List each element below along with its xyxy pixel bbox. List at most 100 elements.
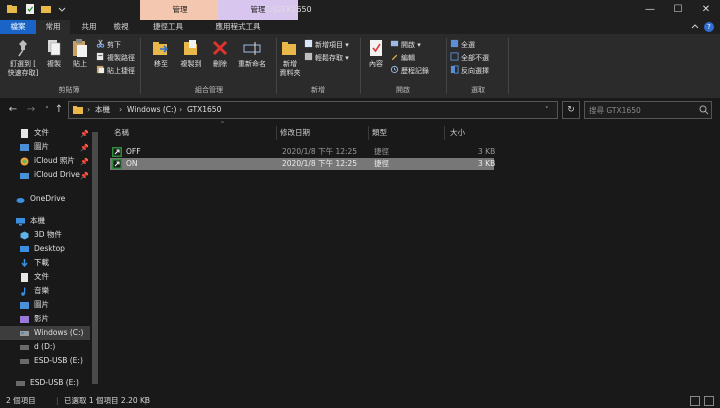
- sidebar-item-documents[interactable]: 文件: [0, 270, 90, 284]
- chevron-down-icon[interactable]: [56, 3, 68, 15]
- paste-shortcut-button[interactable]: 貼上捷徑: [96, 65, 135, 76]
- icloud-drive-icon: [20, 173, 29, 179]
- open-button[interactable]: 開啟 ▾: [390, 39, 421, 50]
- close-button[interactable]: ✕: [692, 0, 720, 20]
- up-arrow-icon[interactable]: ↑: [52, 103, 66, 117]
- properties-icon: [370, 40, 382, 56]
- sidebar-item-esd-usb[interactable]: ESD-USB (E:): [0, 354, 90, 368]
- select-all-button[interactable]: 全選: [450, 39, 475, 50]
- column-header-size[interactable]: 大小: [450, 126, 465, 140]
- new-folder-quick-icon[interactable]: [40, 3, 52, 15]
- sidebar-item-label: 圖片: [34, 142, 49, 151]
- sidebar-item-windows-c[interactable]: Windows (C:): [0, 326, 90, 340]
- refresh-button[interactable]: ↻: [562, 101, 580, 119]
- tab-shortcut-tools[interactable]: 捷徑工具: [140, 20, 196, 34]
- minimize-button[interactable]: —: [636, 0, 664, 20]
- new-group: 新增 資料夾 新增項目 ▾ 輕鬆存取 ▾ 新增: [278, 34, 358, 98]
- sidebar-scroll-thumb[interactable]: [92, 132, 98, 384]
- cut-button[interactable]: 剪下: [96, 39, 121, 50]
- sidebar-scrollbar[interactable]: [90, 122, 100, 394]
- sidebar-item-videos[interactable]: 影片: [0, 312, 90, 326]
- history-button[interactable]: 歷程記錄: [390, 65, 429, 76]
- ribbon-divider: [446, 38, 447, 94]
- sidebar-item-label: 下載: [34, 258, 49, 267]
- collapse-ribbon-icon[interactable]: [690, 22, 700, 32]
- forward-arrow-icon[interactable]: →: [24, 103, 38, 117]
- table-row-on[interactable]: ON 2020/1/8 下午 12:25 捷徑 3 KB: [110, 158, 495, 170]
- column-header-name[interactable]: 名稱: [114, 126, 129, 140]
- tab-app-tools[interactable]: 應用程式工具: [198, 20, 278, 34]
- select-none-button[interactable]: 全部不選: [450, 52, 489, 63]
- delete-button[interactable]: 刪除: [208, 38, 232, 69]
- navigation-pane: 文件 📌 圖片 📌 iCloud 照片 📌 iCloud Drive 📌 One…: [0, 122, 100, 394]
- sidebar-item-3d-objects[interactable]: 3D 物件: [0, 228, 90, 242]
- new-group-label: 新增: [311, 86, 325, 94]
- download-arrow-icon: [21, 259, 28, 268]
- invert-selection-button[interactable]: 反向選擇: [450, 65, 489, 76]
- breadcrumb-gtx1650[interactable]: GTX1650: [187, 102, 221, 118]
- copy-folder-icon: [184, 40, 197, 55]
- column-divider[interactable]: [368, 126, 369, 140]
- edit-button[interactable]: 編輯: [390, 52, 415, 63]
- cut-label: 剪下: [107, 41, 121, 49]
- sidebar-item-esd-usb-root[interactable]: ESD-USB (E:): [0, 376, 90, 390]
- breadcrumb-windows-c[interactable]: Windows (C:): [127, 102, 176, 118]
- sidebar-item-label: d (D:): [34, 342, 56, 351]
- breadcrumb-separator: ›: [179, 105, 183, 114]
- large-icons-view-icon[interactable]: [704, 396, 714, 406]
- copy-to-button[interactable]: 複製到: [176, 38, 206, 69]
- sidebar-item-icloud-photos[interactable]: iCloud 照片 📌: [0, 154, 90, 168]
- tab-file[interactable]: 檔案: [0, 20, 36, 34]
- address-bar[interactable]: › 本機 › Windows (C:) › GTX1650 ˅: [68, 101, 558, 119]
- document-icon: [21, 129, 28, 138]
- column-header-type[interactable]: 類型: [372, 126, 387, 140]
- sidebar-item-pictures[interactable]: 圖片: [0, 298, 90, 312]
- easy-access-button[interactable]: 輕鬆存取 ▾: [304, 52, 349, 63]
- paste-button[interactable]: 貼上: [68, 38, 92, 69]
- help-icon[interactable]: ?: [704, 22, 714, 32]
- back-arrow-icon[interactable]: ←: [6, 103, 20, 117]
- properties-button[interactable]: 內容: [364, 38, 388, 69]
- rename-button[interactable]: 重新命名: [234, 38, 270, 69]
- address-dropdown-icon[interactable]: ˅: [545, 102, 549, 118]
- move-folder-icon: [153, 42, 169, 55]
- tab-home[interactable]: 常用: [36, 20, 70, 34]
- sidebar-item-downloads[interactable]: 下載: [0, 256, 90, 270]
- copy-path-icon: [96, 52, 104, 61]
- properties-quick-icon[interactable]: [24, 3, 36, 15]
- table-row-off[interactable]: OFF 2020/1/8 下午 12:25 捷徑 3 KB: [110, 146, 495, 158]
- breadcrumb-this-pc[interactable]: 本機: [95, 102, 110, 118]
- move-to-button[interactable]: 移至: [148, 38, 174, 69]
- sidebar-item-icloud-drive[interactable]: iCloud Drive 📌: [0, 168, 90, 182]
- copy-path-button[interactable]: 複製路徑: [96, 52, 135, 63]
- context-tab-manage-shortcut[interactable]: 管理: [140, 0, 220, 20]
- sidebar-item-onedrive[interactable]: OneDrive: [0, 192, 90, 206]
- sidebar-item-music[interactable]: 音樂: [0, 284, 90, 298]
- details-view-icon[interactable]: [690, 396, 700, 406]
- sidebar-item-label: 圖片: [34, 300, 49, 309]
- column-header-modified[interactable]: 修改日期: [280, 126, 310, 140]
- tab-share[interactable]: 共用: [74, 20, 104, 34]
- new-item-button[interactable]: 新增項目 ▾: [304, 39, 349, 50]
- tab-view[interactable]: 檢視: [106, 20, 136, 34]
- usb-drive-icon: [16, 381, 25, 386]
- sidebar-item-d-drive[interactable]: d (D:): [0, 340, 90, 354]
- search-input[interactable]: [589, 102, 689, 118]
- column-divider[interactable]: [276, 126, 277, 140]
- maximize-button[interactable]: ☐: [664, 0, 692, 20]
- sidebar-item-documents-pinned[interactable]: 文件 📌: [0, 126, 90, 140]
- copy-button[interactable]: 複製: [42, 38, 66, 69]
- sidebar-item-this-pc[interactable]: 本機: [0, 214, 90, 228]
- pin-icon: 📌: [80, 130, 89, 138]
- breadcrumb-separator: ›: [87, 105, 91, 114]
- cube-icon: [20, 231, 29, 240]
- sidebar-item-desktop[interactable]: Desktop: [0, 242, 90, 256]
- sidebar-item-pictures-pinned[interactable]: 圖片 📌: [0, 140, 90, 154]
- edit-icon: [391, 54, 398, 61]
- select-group-label: 選取: [471, 86, 485, 94]
- search-box[interactable]: [584, 101, 712, 119]
- pin-quick-access-button[interactable]: 釘選到 [ 快速存取]: [4, 38, 42, 78]
- new-folder-button[interactable]: 新增 資料夾: [278, 38, 302, 78]
- column-divider[interactable]: [444, 126, 445, 140]
- file-name: OFF: [126, 147, 141, 156]
